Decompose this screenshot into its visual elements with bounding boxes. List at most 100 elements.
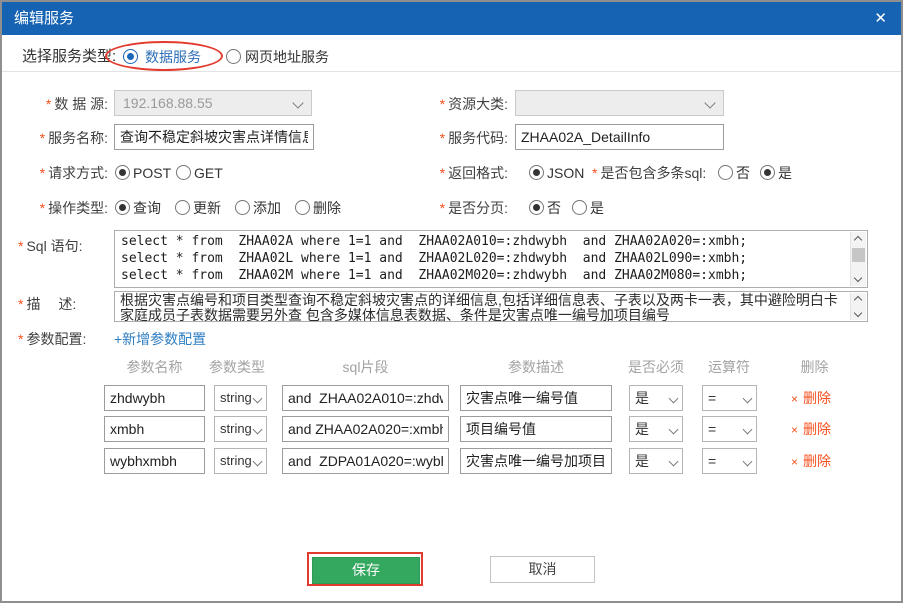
radio-op-query[interactable] — [115, 200, 130, 215]
radio-post-label[interactable]: POST — [133, 163, 171, 183]
scroll-thumb[interactable] — [852, 248, 865, 262]
dialog-title: 编辑服务 — [14, 2, 74, 35]
param-type-select[interactable]: string — [214, 416, 267, 442]
edit-service-dialog: 编辑服务 ✕ 选择服务类型: 数据服务 网页地址服务 *数 据 源: 192.1… — [0, 0, 903, 603]
radio-data-service[interactable] — [123, 49, 138, 64]
chevron-down-icon — [669, 425, 679, 435]
service-type-label: 选择服务类型: — [22, 47, 116, 67]
radio-web-service-label[interactable]: 网页地址服务 — [245, 47, 329, 67]
param-type-select[interactable]: string — [214, 448, 267, 474]
chevron-down-icon — [704, 97, 715, 108]
cancel-button[interactable]: 取消 — [490, 556, 595, 583]
param-desc-input[interactable] — [460, 448, 612, 474]
sql-text[interactable]: select * from ZHAA02A where 1=1 and ZHAA… — [115, 231, 850, 287]
radio-json-label[interactable]: JSON — [547, 163, 584, 183]
radio-json[interactable] — [529, 165, 544, 180]
radio-op-update[interactable] — [175, 200, 190, 215]
radio-web-service[interactable] — [226, 49, 241, 64]
save-button[interactable]: 保存 — [312, 557, 420, 584]
description-text[interactable]: 根据灾害点编号和项目类型查询不稳定斜坡灾害点的详细信息,包括详细信息表、子表以及… — [115, 292, 850, 321]
param-operator-select[interactable]: = — [702, 416, 757, 442]
sql-scrollbar[interactable] — [850, 232, 866, 286]
description-label: *描 述: — [18, 294, 76, 314]
data-source-select[interactable]: 192.168.88.55 — [114, 90, 312, 116]
sql-label: *Sql 语句: — [18, 236, 82, 256]
param-sql-input[interactable] — [282, 385, 449, 411]
delete-param-button[interactable]: ×删除 — [791, 448, 831, 475]
radio-paging-no-label[interactable]: 否 — [547, 198, 561, 218]
radio-op-add[interactable] — [235, 200, 250, 215]
param-required-select[interactable]: 是 — [629, 448, 683, 474]
radio-op-update-label[interactable]: 更新 — [193, 198, 221, 218]
radio-op-delete[interactable] — [295, 200, 310, 215]
radio-op-delete-label[interactable]: 删除 — [313, 198, 341, 218]
delete-param-button[interactable]: ×删除 — [791, 416, 831, 443]
service-code-label: *服务代码: — [422, 128, 508, 148]
service-name-label: *服务名称: — [16, 128, 108, 148]
operation-type-label: *操作类型: — [16, 198, 108, 218]
multi-sql-label: *是否包含多条sql: — [592, 163, 706, 183]
radio-multi-sql-yes[interactable] — [760, 165, 775, 180]
param-operator-select[interactable]: = — [702, 448, 757, 474]
chevron-down-icon — [743, 394, 753, 404]
delete-x-icon: × — [791, 392, 798, 406]
param-operator-select[interactable]: = — [702, 385, 757, 411]
radio-data-service-label[interactable]: 数据服务 — [145, 47, 201, 67]
radio-multi-sql-no[interactable] — [718, 165, 733, 180]
chevron-down-icon — [743, 425, 753, 435]
param-config-label: *参数配置: — [18, 329, 86, 349]
header-param-desc: 参数描述 — [460, 358, 612, 376]
radio-paging-yes[interactable] — [572, 200, 587, 215]
scroll-down-icon[interactable] — [854, 274, 862, 282]
radio-multi-sql-yes-label[interactable]: 是 — [778, 163, 792, 183]
divider — [2, 71, 901, 72]
param-desc-input[interactable] — [460, 385, 612, 411]
add-param-link[interactable]: +新增参数配置 — [114, 329, 206, 349]
radio-paging-no[interactable] — [529, 200, 544, 215]
radio-paging-yes-label[interactable]: 是 — [590, 198, 604, 218]
chevron-down-icon — [669, 457, 679, 467]
sql-textarea[interactable]: select * from ZHAA02A where 1=1 and ZHAA… — [114, 230, 868, 288]
param-sql-input[interactable] — [282, 448, 449, 474]
radio-op-query-label[interactable]: 查询 — [133, 198, 161, 218]
scroll-down-icon[interactable] — [854, 309, 862, 317]
scroll-up-icon[interactable] — [854, 296, 862, 304]
chevron-down-icon — [669, 394, 679, 404]
header-sql-fragment: sql片段 — [282, 358, 449, 376]
close-icon[interactable]: ✕ — [874, 2, 887, 35]
description-textarea[interactable]: 根据灾害点编号和项目类型查询不稳定斜坡灾害点的详细信息,包括详细信息表、子表以及… — [114, 291, 868, 322]
radio-get[interactable] — [176, 165, 191, 180]
param-desc-input[interactable] — [460, 416, 612, 442]
param-name-input[interactable] — [104, 416, 205, 442]
chevron-down-icon — [253, 425, 263, 435]
resource-category-select[interactable] — [515, 90, 724, 116]
radio-op-add-label[interactable]: 添加 — [253, 198, 281, 218]
delete-param-button[interactable]: ×删除 — [791, 385, 831, 412]
chevron-down-icon — [253, 457, 263, 467]
service-name-input[interactable] — [114, 124, 314, 150]
param-name-input[interactable] — [104, 448, 205, 474]
dialog-titlebar: 编辑服务 ✕ — [2, 2, 901, 35]
radio-multi-sql-no-label[interactable]: 否 — [736, 163, 750, 183]
param-required-select[interactable]: 是 — [629, 385, 683, 411]
chevron-down-icon — [292, 97, 303, 108]
delete-x-icon: × — [791, 455, 798, 469]
param-type-select[interactable]: string — [214, 385, 267, 411]
param-sql-input[interactable] — [282, 416, 449, 442]
chevron-down-icon — [253, 394, 263, 404]
radio-post[interactable] — [115, 165, 130, 180]
paging-label: *是否分页: — [422, 198, 508, 218]
header-param-type: 参数类型 — [207, 358, 267, 376]
data-source-label: *数 据 源: — [16, 94, 108, 114]
description-scrollbar[interactable] — [850, 293, 866, 320]
scroll-up-icon[interactable] — [854, 236, 862, 244]
chevron-down-icon — [743, 457, 753, 467]
header-required: 是否必须 — [622, 358, 690, 376]
resource-category-label: *资源大类: — [422, 94, 508, 114]
service-code-input[interactable] — [515, 124, 724, 150]
header-operator: 运算符 — [699, 358, 759, 376]
radio-get-label[interactable]: GET — [194, 163, 223, 183]
param-required-select[interactable]: 是 — [629, 416, 683, 442]
header-param-name: 参数名称 — [104, 358, 205, 376]
param-name-input[interactable] — [104, 385, 205, 411]
